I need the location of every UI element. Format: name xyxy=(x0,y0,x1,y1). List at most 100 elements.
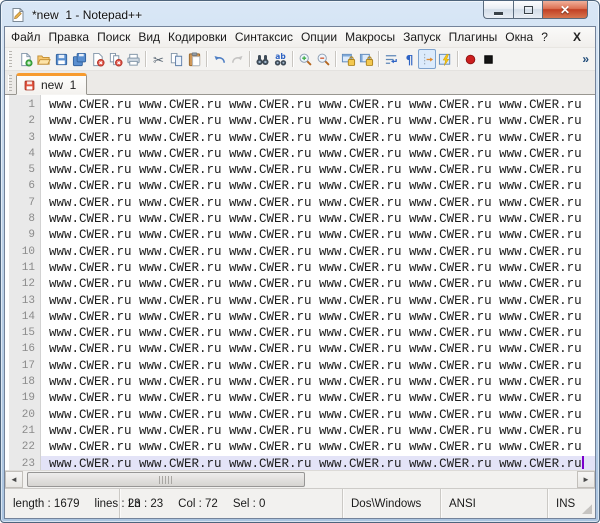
new-file-icon[interactable] xyxy=(16,49,34,69)
redo-icon[interactable] xyxy=(228,49,246,69)
open-file-icon[interactable] xyxy=(34,49,52,69)
close-file-icon[interactable] xyxy=(88,49,106,69)
line-number[interactable]: 9 xyxy=(9,227,40,243)
editor-line[interactable]: www.CWER.ru www.CWER.ru www.CWER.ru www.… xyxy=(41,309,595,325)
doc-switcher-icon[interactable] xyxy=(436,49,454,69)
editor-line[interactable]: www.CWER.ru www.CWER.ru www.CWER.ru www.… xyxy=(41,227,595,243)
editor-area[interactable]: 1 2 3 4 5 6 7 8 9 10 11 12 13 14 15 16 17 18 19 20 21 22 23 ww… xyxy=(5,95,595,470)
editor-line[interactable]: www.CWER.ru www.CWER.ru www.CWER.ru www.… xyxy=(41,146,595,162)
editor-line[interactable]: www.CWER.ru www.CWER.ru www.CWER.ru www.… xyxy=(41,244,595,260)
horizontal-scrollbar[interactable]: ◄ ► xyxy=(5,470,595,488)
line-number[interactable]: 10 xyxy=(9,244,40,260)
menu-item-7[interactable]: Макросы xyxy=(341,28,399,46)
scrollbar-track[interactable] xyxy=(23,471,577,488)
line-number[interactable]: 18 xyxy=(9,374,40,390)
line-number[interactable]: 16 xyxy=(9,341,40,357)
close-button[interactable]: ✕ xyxy=(542,1,588,19)
resize-grip[interactable] xyxy=(582,504,592,514)
close-all-icon[interactable] xyxy=(106,49,124,69)
status-encoding[interactable]: ANSI xyxy=(441,489,548,518)
cut-icon[interactable]: ✂ xyxy=(149,49,167,69)
editor-line[interactable]: www.CWER.ru www.CWER.ru www.CWER.ru www.… xyxy=(41,439,595,455)
menu-item-6[interactable]: Опции xyxy=(297,28,341,46)
status-typing-mode[interactable]: INS xyxy=(548,489,595,518)
editor-line[interactable]: www.CWER.ru www.CWER.ru www.CWER.ru www.… xyxy=(41,211,595,227)
macro-stop-icon[interactable] xyxy=(479,49,497,69)
menu-item-9[interactable]: Плагины xyxy=(445,28,502,46)
maximize-button[interactable] xyxy=(513,1,542,19)
menu-item-8[interactable]: Запуск xyxy=(399,28,445,46)
menu-item-5[interactable]: Синтаксис xyxy=(231,28,297,46)
editor-line[interactable]: www.CWER.ru www.CWER.ru www.CWER.ru www.… xyxy=(41,407,595,423)
sync-horizontal-scroll-icon[interactable] xyxy=(357,49,375,69)
title-bar[interactable]: *new 1 - Notepad++ ✕ xyxy=(4,1,596,26)
tab-new-1[interactable]: new 1 xyxy=(16,73,88,95)
editor-line[interactable]: www.CWER.ru www.CWER.ru www.CWER.ru www.… xyxy=(41,390,595,406)
line-number[interactable]: 19 xyxy=(9,390,40,406)
line-number[interactable]: 1 xyxy=(9,97,40,113)
zoom-in-icon[interactable] xyxy=(296,49,314,69)
line-number[interactable]: 21 xyxy=(9,423,40,439)
line-number[interactable]: 5 xyxy=(9,162,40,178)
copy-icon[interactable] xyxy=(167,49,185,69)
macro-record-icon[interactable] xyxy=(461,49,479,69)
line-number[interactable]: 13 xyxy=(9,293,40,309)
line-number[interactable]: 12 xyxy=(9,276,40,292)
editor-line[interactable]: www.CWER.ru www.CWER.ru www.CWER.ru www.… xyxy=(41,325,595,341)
editor-line[interactable]: www.CWER.ru www.CWER.ru www.CWER.ru www.… xyxy=(41,113,595,129)
scrollbar-thumb[interactable] xyxy=(27,472,305,487)
line-number[interactable]: 6 xyxy=(9,178,40,194)
save-icon[interactable] xyxy=(52,49,70,69)
menu-item-3[interactable]: Вид xyxy=(134,28,164,46)
editor-line[interactable]: www.CWER.ru www.CWER.ru www.CWER.ru www.… xyxy=(41,423,595,439)
line-number[interactable]: 15 xyxy=(9,325,40,341)
word-wrap-icon[interactable] xyxy=(382,49,400,69)
editor-line[interactable]: www.CWER.ru www.CWER.ru www.CWER.ru www.… xyxy=(41,455,595,470)
editor-line[interactable]: www.CWER.ru www.CWER.ru www.CWER.ru www.… xyxy=(41,374,595,390)
line-number[interactable]: 22 xyxy=(9,439,40,455)
line-number-margin[interactable]: 1 2 3 4 5 6 7 8 9 10 11 12 13 14 15 16 17 18 19 20 21 22 23 xyxy=(9,95,41,470)
scroll-right-arrow[interactable]: ► xyxy=(577,471,595,488)
save-all-icon[interactable] xyxy=(70,49,88,69)
line-number[interactable]: 7 xyxy=(9,195,40,211)
editor-line[interactable]: www.CWER.ru www.CWER.ru www.CWER.ru www.… xyxy=(41,130,595,146)
show-all-chars-icon[interactable]: ¶ xyxy=(400,49,418,69)
scroll-left-arrow[interactable]: ◄ xyxy=(5,471,23,488)
line-number[interactable]: 14 xyxy=(9,309,40,325)
editor-line[interactable]: www.CWER.ru www.CWER.ru www.CWER.ru www.… xyxy=(41,97,595,113)
line-number[interactable]: 8 xyxy=(9,211,40,227)
editor-line[interactable]: www.CWER.ru www.CWER.ru www.CWER.ru www.… xyxy=(41,178,595,194)
editor-line[interactable]: www.CWER.ru www.CWER.ru www.CWER.ru www.… xyxy=(41,162,595,178)
print-icon[interactable] xyxy=(124,49,142,69)
find-icon[interactable] xyxy=(253,49,271,69)
editor-line[interactable]: www.CWER.ru www.CWER.ru www.CWER.ru www.… xyxy=(41,195,595,211)
editor-line[interactable]: www.CWER.ru www.CWER.ru www.CWER.ru www.… xyxy=(41,276,595,292)
zoom-out-icon[interactable] xyxy=(314,49,332,69)
menu-item-0[interactable]: Файл xyxy=(7,28,45,46)
toolbar-gripper[interactable] xyxy=(8,51,12,67)
line-number[interactable]: 23 xyxy=(9,456,40,470)
replace-icon[interactable]: ab xyxy=(271,49,289,69)
menu-item-4[interactable]: Кодировки xyxy=(164,28,231,46)
minimize-button[interactable] xyxy=(483,1,513,19)
editor-line[interactable]: www.CWER.ru www.CWER.ru www.CWER.ru www.… xyxy=(41,341,595,357)
editor-line[interactable]: www.CWER.ru www.CWER.ru www.CWER.ru www.… xyxy=(41,358,595,374)
line-number[interactable]: 11 xyxy=(9,260,40,276)
indent-guide-icon[interactable] xyxy=(418,49,436,69)
paste-icon[interactable] xyxy=(185,49,203,69)
editor-line[interactable]: www.CWER.ru www.CWER.ru www.CWER.ru www.… xyxy=(41,293,595,309)
toolbar-overflow-chevron-icon[interactable]: » xyxy=(580,52,591,66)
menu-item-1[interactable]: Правка xyxy=(45,28,94,46)
editor-lines[interactable]: www.CWER.ru www.CWER.ru www.CWER.ru www.… xyxy=(41,95,595,470)
menubar-close-document-button[interactable]: X xyxy=(569,29,585,45)
line-number[interactable]: 20 xyxy=(9,407,40,423)
line-number[interactable]: 2 xyxy=(9,113,40,129)
menu-item-2[interactable]: Поиск xyxy=(93,28,134,46)
tabbar-gripper[interactable] xyxy=(8,74,12,91)
editor-line[interactable]: www.CWER.ru www.CWER.ru www.CWER.ru www.… xyxy=(41,260,595,276)
line-number[interactable]: 17 xyxy=(9,358,40,374)
line-number[interactable]: 3 xyxy=(9,130,40,146)
undo-icon[interactable] xyxy=(210,49,228,69)
menu-item-10[interactable]: Окна xyxy=(501,28,537,46)
menu-item-11[interactable]: ? xyxy=(537,28,552,46)
